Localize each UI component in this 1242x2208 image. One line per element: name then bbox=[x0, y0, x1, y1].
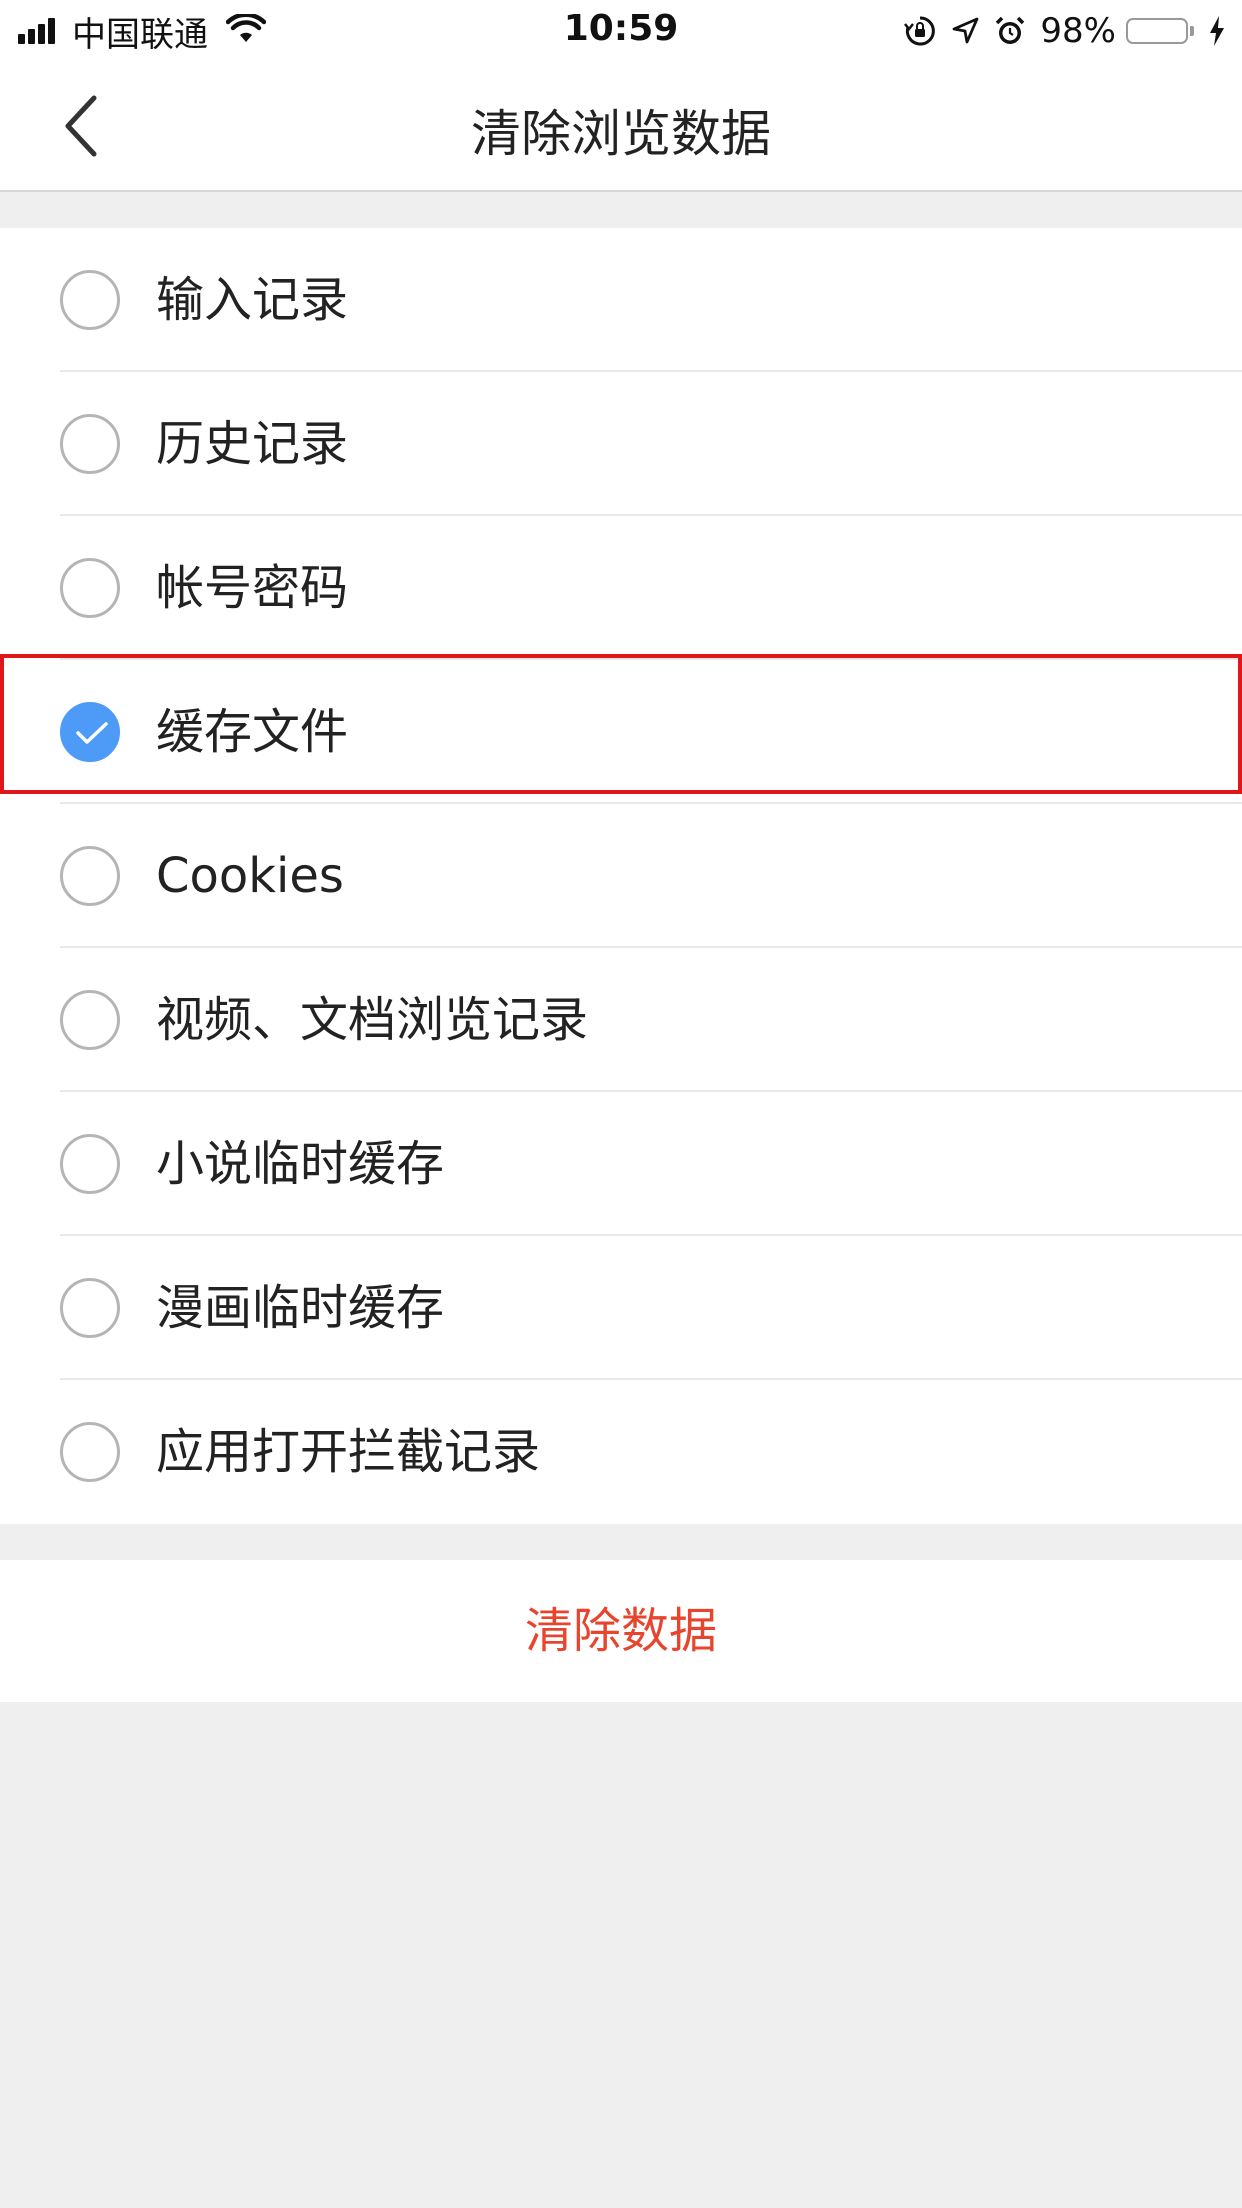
radio-unchecked-icon[interactable] bbox=[60, 270, 120, 330]
rotation-lock-icon bbox=[904, 15, 936, 47]
option-row[interactable]: 帐号密码 bbox=[0, 516, 1242, 660]
option-label: 视频、文档浏览记录 bbox=[156, 992, 589, 1048]
checkmark-icon bbox=[76, 722, 108, 744]
option-label: Cookies bbox=[156, 848, 344, 904]
options-list: 输入记录历史记录帐号密码缓存文件 Cookies 视频、文档浏览记录 小说临时缓存 漫画… bbox=[0, 228, 1242, 1524]
option-row[interactable]: 历史记录 bbox=[0, 372, 1242, 516]
radio-checked-icon[interactable] bbox=[60, 702, 120, 762]
option-label: 应用打开拦截记录 bbox=[156, 1424, 541, 1480]
status-bar: 中国联通 10:59 98% bbox=[0, 0, 1242, 62]
option-row[interactable]: 小说临时缓存 bbox=[0, 1092, 1242, 1236]
status-bar-right: 98% bbox=[890, 10, 1226, 52]
radio-unchecked-icon[interactable] bbox=[60, 414, 120, 474]
radio-unchecked-icon[interactable] bbox=[60, 1134, 120, 1194]
radio-unchecked-icon[interactable] bbox=[60, 990, 120, 1050]
option-label: 缓存文件 bbox=[156, 704, 349, 760]
option-label: 小说临时缓存 bbox=[156, 1136, 445, 1192]
option-row[interactable]: 输入记录 bbox=[0, 228, 1242, 372]
option-row[interactable]: Cookies bbox=[0, 804, 1242, 948]
option-row[interactable]: 缓存文件 bbox=[0, 654, 1242, 804]
battery-percent: 98% bbox=[1040, 11, 1116, 51]
option-row[interactable]: 视频、文档浏览记录 bbox=[0, 948, 1242, 1092]
option-label: 帐号密码 bbox=[156, 560, 349, 616]
page-title: 清除浏览数据 bbox=[471, 105, 771, 163]
radio-unchecked-icon[interactable] bbox=[60, 1422, 120, 1482]
battery-icon bbox=[1126, 18, 1194, 44]
option-label: 输入记录 bbox=[156, 272, 349, 328]
clear-data-button[interactable]: 清除数据 bbox=[0, 1560, 1242, 1702]
location-icon bbox=[950, 16, 980, 46]
charging-icon bbox=[1208, 15, 1226, 47]
option-label: 历史记录 bbox=[156, 416, 349, 472]
option-row[interactable]: 应用打开拦截记录 bbox=[0, 1380, 1242, 1524]
alarm-icon bbox=[994, 15, 1026, 47]
radio-unchecked-icon[interactable] bbox=[60, 1278, 120, 1338]
radio-unchecked-icon[interactable] bbox=[60, 846, 120, 906]
option-label: 漫画临时缓存 bbox=[156, 1280, 445, 1336]
clear-data-label: 清除数据 bbox=[524, 1603, 717, 1659]
option-row[interactable]: 漫画临时缓存 bbox=[0, 1236, 1242, 1380]
nav-bar: 清除浏览数据 bbox=[0, 62, 1242, 192]
radio-unchecked-icon[interactable] bbox=[60, 558, 120, 618]
